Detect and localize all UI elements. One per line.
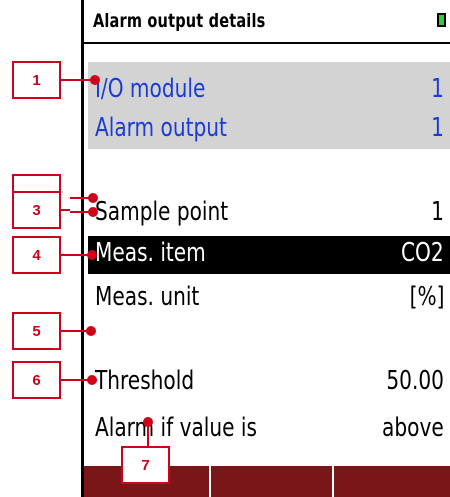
callout-4-number: 4	[32, 247, 41, 264]
softkey-right[interactable]	[334, 466, 450, 497]
sample-point-label: Sample point	[95, 197, 229, 227]
io-module-label: I/O module	[95, 74, 206, 104]
threshold-value: 50.00	[386, 366, 444, 396]
alarm-condition-value: above	[382, 413, 444, 443]
alarm-condition-row[interactable]: Alarm if value is above	[88, 411, 450, 449]
meas-item-label: Meas. item	[95, 238, 206, 268]
callout-1: 1	[12, 61, 61, 99]
callout-3-number: 3	[32, 202, 41, 219]
callout-6: 6	[12, 361, 61, 399]
sample-point-value: 1	[431, 197, 444, 227]
callout-4: 4	[12, 236, 61, 274]
callout-5: 5	[12, 312, 61, 350]
callout-7: 7	[121, 446, 170, 484]
screen-left-border	[81, 0, 84, 497]
title-bar: Alarm output details	[84, 0, 450, 42]
header-divider	[84, 42, 450, 44]
callout-5-number: 5	[32, 323, 41, 340]
meas-unit-label: Meas. unit	[95, 282, 200, 312]
sample-point-row[interactable]: Sample point 1	[88, 195, 450, 233]
alarm-output-label: Alarm output	[95, 113, 227, 143]
alarm-output-row: Alarm output 1	[88, 111, 450, 149]
meas-unit-row[interactable]: Meas. unit [%]	[88, 280, 450, 318]
page-title: Alarm output details	[93, 10, 266, 32]
callout-6-number: 6	[32, 372, 41, 389]
meas-item-value: CO2	[401, 238, 444, 268]
io-module-row: I/O module 1	[88, 72, 450, 110]
io-module-value: 1	[431, 74, 444, 104]
meas-item-row[interactable]: Meas. item CO2	[88, 236, 450, 274]
callout-3: 3	[12, 191, 61, 229]
alarm-condition-label: Alarm if value is	[95, 413, 258, 443]
status-indicator-icon	[437, 13, 446, 27]
callout-7-number: 7	[141, 457, 150, 474]
alarm-output-value: 1	[431, 113, 444, 143]
callout-1-number: 1	[32, 72, 41, 89]
softkey-middle[interactable]	[211, 466, 332, 497]
threshold-row[interactable]: Threshold 50.00	[88, 364, 450, 402]
threshold-label: Threshold	[95, 366, 195, 396]
meas-unit-value: [%]	[409, 282, 444, 312]
